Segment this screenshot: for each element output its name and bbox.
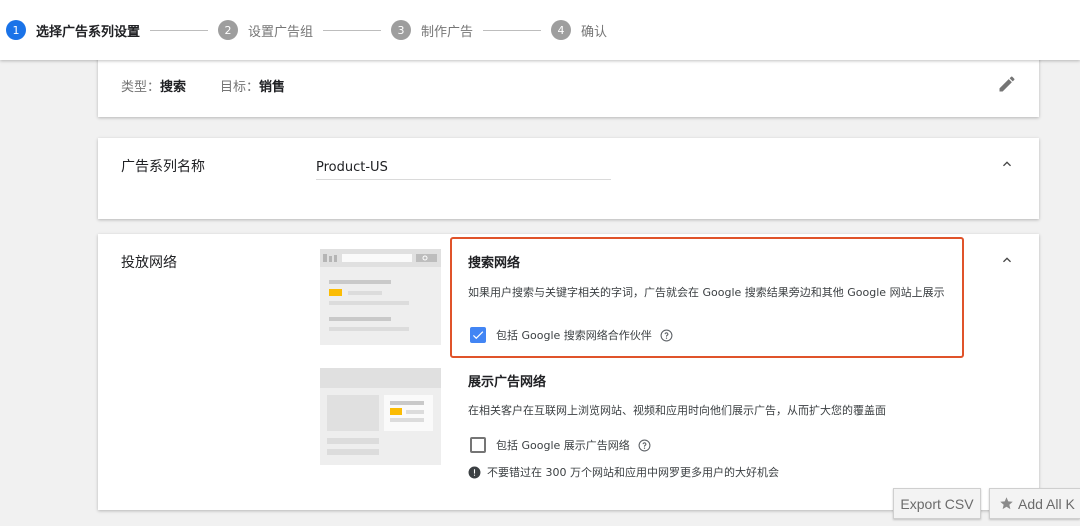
step-2[interactable]: 2 设置广告组 <box>218 20 313 40</box>
goal-value: 销售 <box>259 80 286 95</box>
display-network-notice: 不要错过在 300 万个网站和应用中网罗更多用户的大好机会 <box>468 464 779 480</box>
campaign-name-card: 广告系列名称 <box>98 138 1039 219</box>
network-label: 投放网络 <box>121 255 177 271</box>
search-network-desc: 如果用户搜索与关键字相关的字词，广告就会在 Google 搜索结果旁边和其他 G… <box>468 286 945 299</box>
search-partners-option[interactable]: 包括 Google 搜索网络合作伙伴 <box>470 327 673 343</box>
step-1[interactable]: 1 选择广告系列设置 <box>6 20 140 40</box>
step-divider <box>323 29 382 31</box>
info-icon <box>468 466 481 478</box>
notice-text: 不要错过在 300 万个网站和应用中网罗更多用户的大好机会 <box>487 466 779 479</box>
checkmark-icon <box>472 331 484 340</box>
progress-stepper: 1 选择广告系列设置 2 设置广告组 3 制作广告 4 确认 <box>0 0 1080 60</box>
step-number: 4 <box>551 20 572 40</box>
help-icon[interactable] <box>638 439 651 452</box>
search-partners-checkbox[interactable] <box>470 327 486 343</box>
display-network-label: 包括 Google 展示广告网络 <box>496 439 630 452</box>
chevron-up-icon[interactable] <box>999 156 1015 172</box>
chevron-up-icon[interactable] <box>999 252 1015 268</box>
search-network-title: 搜索网络 <box>468 256 521 271</box>
step-number: 2 <box>218 20 239 40</box>
step-label: 选择广告系列设置 <box>36 24 141 40</box>
campaign-name-label: 广告系列名称 <box>121 159 205 175</box>
campaign-name-input[interactable] <box>316 156 611 180</box>
network-card: 投放网络 搜索网络 如果用户搜索与关键字相关的字词，广告就会在 Google 搜… <box>98 234 1039 510</box>
search-partners-label: 包括 Google 搜索网络合作伙伴 <box>496 329 652 342</box>
display-network-title: 展示广告网络 <box>468 375 547 390</box>
step-4[interactable]: 4 确认 <box>551 20 607 40</box>
step-label: 设置广告组 <box>248 24 314 40</box>
display-network-option[interactable]: 包括 Google 展示广告网络 <box>470 437 651 453</box>
display-network-desc: 在相关客户在互联网上浏览网站、视频和应用时向他们展示广告，从而扩大您的覆盖面 <box>468 404 886 417</box>
add-all-button[interactable]: Add All K <box>989 488 1080 519</box>
step-number: 3 <box>391 20 412 40</box>
campaign-meta: 类型： 搜索 目标： 销售 <box>121 76 319 95</box>
add-all-label: Add All K <box>1018 495 1075 512</box>
goal-label: 目标： <box>220 80 260 95</box>
step-divider <box>150 29 209 31</box>
type-value: 搜索 <box>160 80 187 95</box>
pencil-icon[interactable] <box>997 74 1017 94</box>
campaign-summary-card: 类型： 搜索 目标： 销售 <box>98 50 1039 117</box>
search-network-illustration <box>320 249 441 345</box>
star-icon <box>1000 497 1013 510</box>
step-divider <box>483 29 542 31</box>
step-3[interactable]: 3 制作广告 <box>391 20 473 40</box>
step-label: 制作广告 <box>421 24 474 40</box>
type-label: 类型： <box>121 80 161 95</box>
step-number: 1 <box>6 20 26 40</box>
help-icon[interactable] <box>660 329 673 342</box>
step-label: 确认 <box>581 24 608 40</box>
display-network-checkbox[interactable] <box>470 437 486 453</box>
display-network-illustration <box>320 368 441 465</box>
export-csv-button[interactable]: Export CSV <box>893 488 981 519</box>
